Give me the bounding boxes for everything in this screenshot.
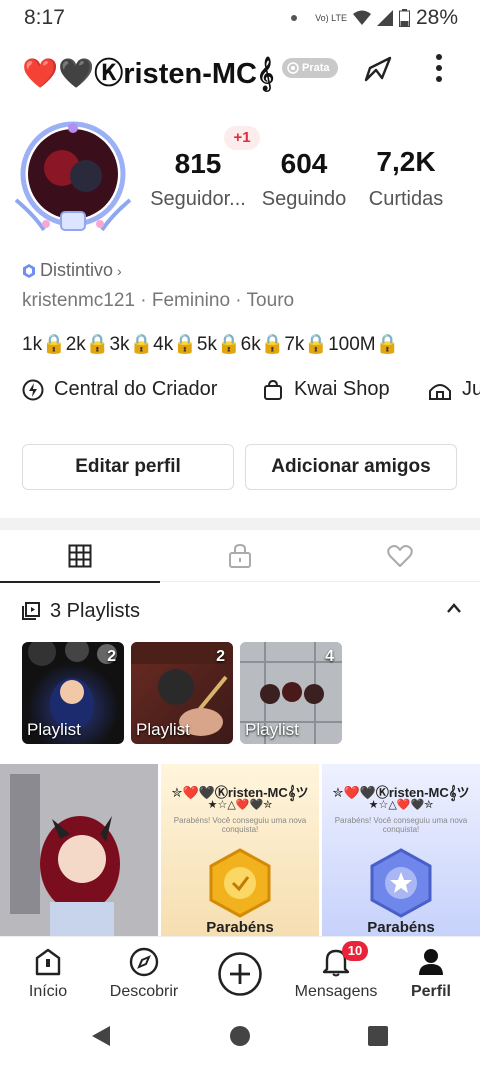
nav-create[interactable] <box>216 951 264 997</box>
achievement-post[interactable]: ✮❤️🖤Ⓚristen-MC𝄞ツ ★☆△❤️🖤✮ Parabéns! Você … <box>161 764 319 936</box>
chevron-up-icon[interactable] <box>446 598 462 619</box>
distintivo-label: Distintivo <box>40 260 114 280</box>
compass-icon <box>129 947 159 977</box>
bottom-navigation: Início Descobrir 10 Mensagens Perfil <box>0 936 480 1006</box>
grid-icon <box>68 544 92 568</box>
lightning-icon <box>22 379 44 400</box>
playlist-card[interactable]: 2 Playlist <box>22 642 124 744</box>
plus-circle-icon <box>218 952 262 996</box>
followers-count: 815 <box>174 148 222 179</box>
content-tabs <box>0 530 480 583</box>
tab-private[interactable] <box>160 530 320 582</box>
avatar[interactable] <box>14 120 132 238</box>
notification-dot-icon <box>291 15 298 21</box>
lte-icon: Vo) LTE <box>315 12 347 23</box>
playlist-card[interactable]: 2 Playlist <box>131 642 233 744</box>
achievement-title-line2: ★☆△❤️🖤✮ <box>368 799 434 811</box>
level-badge-label: Prata <box>302 62 330 74</box>
badge-icon <box>23 263 35 278</box>
nav-messages[interactable]: 10 Mensagens <box>290 941 382 1001</box>
kwai-shop-link[interactable]: Kwai Shop <box>262 378 390 401</box>
video-thumbnail[interactable] <box>0 764 158 936</box>
achievement-post[interactable]: ✮❤️🖤Ⓚristen-MC𝄞ツ ★☆△❤️🖤✮ Parabéns! Você … <box>322 764 480 936</box>
likes-count: 7,2K <box>376 146 436 177</box>
home-icon <box>35 948 61 976</box>
achievement-subtitle: Parabéns! Você conseguiu uma nova conqui… <box>334 816 468 834</box>
nav-profile[interactable]: Perfil <box>404 945 458 1001</box>
status-icons: Vo) LTE 28% <box>291 6 458 30</box>
lock-icon <box>229 543 251 568</box>
avatar-frame-icon <box>14 121 132 232</box>
likes-stat[interactable]: 7,2K Curtidas <box>362 146 450 211</box>
playlist-count: 4 <box>325 648 334 665</box>
house-icon <box>429 383 451 400</box>
more-options-icon[interactable] <box>424 50 454 86</box>
blue-medal-icon <box>370 848 432 918</box>
shopping-bag-icon <box>264 379 282 400</box>
profile-bio: 1k🔒2k🔒3k🔒4k🔒5k🔒6k🔒7k🔒100M🔒 <box>22 334 400 355</box>
playlist-label: Playlist <box>245 720 299 739</box>
heart-icon <box>387 545 413 567</box>
playlist-icon <box>22 602 40 620</box>
achievement-title-line2: ★☆△❤️🖤✮ <box>207 799 273 811</box>
level-badge[interactable]: Prata <box>282 58 338 78</box>
nav-home[interactable]: Início <box>18 945 78 1001</box>
user-info: kristenmc121 · Feminino · Touro <box>22 290 295 311</box>
achievement-footer: Parabéns <box>206 919 274 936</box>
system-navigation-bar <box>0 1006 480 1066</box>
nav-discover-label: Descobrir <box>109 983 179 1000</box>
signal-icon <box>376 10 393 26</box>
section-divider <box>0 518 480 530</box>
creator-center-label: Central do Criador <box>54 378 218 400</box>
status-bar: 8:17 Vo) LTE 28% <box>0 0 480 36</box>
person-icon <box>419 949 443 975</box>
playlist-label: Playlist <box>27 720 81 739</box>
messages-badge: 10 <box>342 941 368 961</box>
wifi-icon <box>352 10 371 25</box>
profile-header: ❤️🖤Ⓚristen-MC𝄞 Prata <box>0 38 480 98</box>
nav-home-label: Início <box>28 983 68 1000</box>
following-count: 604 <box>280 148 328 179</box>
achievement-footer: Parabéns <box>367 919 435 936</box>
tab-liked[interactable] <box>320 530 480 582</box>
chevron-right-icon: › <box>117 262 122 279</box>
battery-level: 28% <box>415 6 458 29</box>
playlists-header-label: 3 Playlists <box>50 599 141 622</box>
active-tab-indicator <box>0 581 160 583</box>
distintivo-link[interactable]: Distintivo › <box>22 260 122 281</box>
nav-discover[interactable]: Descobrir <box>106 945 182 1001</box>
playlists-header[interactable]: 3 Playlists <box>22 596 462 626</box>
playlist-count: 2 <box>216 648 225 665</box>
followers-stat[interactable]: 815 Seguidor... <box>148 148 248 211</box>
profile-display-name: ❤️🖤Ⓚristen-MC𝄞 <box>22 58 275 90</box>
likes-label: Curtidas <box>368 188 444 210</box>
following-stat[interactable]: 604 Seguindo <box>256 148 352 211</box>
kwai-shop-label: Kwai Shop <box>294 378 390 400</box>
recents-icon[interactable] <box>367 1025 389 1047</box>
quick-links: Central do Criador Kwai Shop Ju <box>0 378 480 410</box>
achievement-subtitle: Parabéns! Você conseguiu uma nova conqui… <box>173 816 307 834</box>
add-friends-button[interactable]: Adicionar amigos <box>245 444 457 490</box>
playlist-count: 2 <box>107 648 116 665</box>
home-circle-icon[interactable] <box>229 1025 251 1047</box>
gold-medal-icon <box>209 848 271 918</box>
edit-profile-button[interactable]: Editar perfil <box>22 444 234 490</box>
back-icon[interactable] <box>90 1024 112 1048</box>
status-time: 8:17 <box>24 6 65 29</box>
third-quick-link[interactable]: Ju <box>428 378 480 401</box>
playlist-card[interactable]: 4 Playlist <box>240 642 342 744</box>
new-followers-badge: +1 <box>224 126 260 150</box>
third-quick-link-label: Ju <box>462 378 480 400</box>
followers-label: Seguidor... <box>150 188 246 210</box>
following-label: Seguindo <box>261 188 347 210</box>
playlist-label: Playlist <box>136 720 190 739</box>
video-thumbnail-image <box>0 764 158 936</box>
nav-messages-label: Mensagens <box>294 983 378 1000</box>
creator-center-link[interactable]: Central do Criador <box>22 378 217 401</box>
nav-profile-label: Perfil <box>410 983 451 1000</box>
tab-grid[interactable] <box>0 530 160 583</box>
share-icon[interactable] <box>360 50 396 86</box>
medal-icon <box>287 62 299 74</box>
battery-icon <box>398 9 410 27</box>
